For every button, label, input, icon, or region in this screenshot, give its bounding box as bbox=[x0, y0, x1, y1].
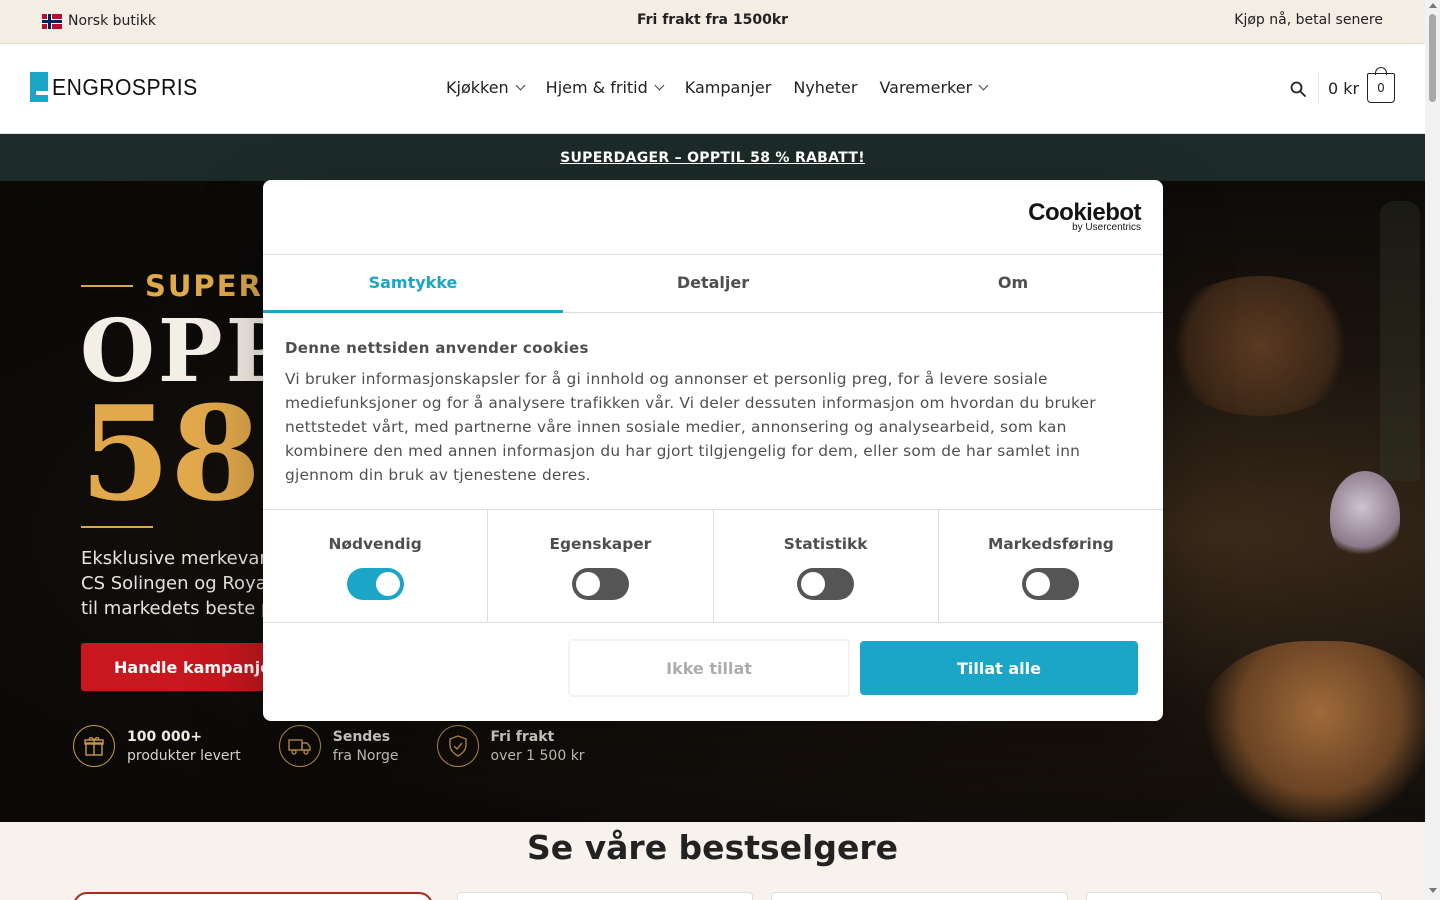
toggle-group-egenskaper: Egenskaper bbox=[488, 510, 714, 622]
dialog-tabs: Samtykke Detaljer Om bbox=[263, 255, 1163, 313]
toggle-knob bbox=[801, 572, 826, 596]
tab-detaljer[interactable]: Detaljer bbox=[563, 255, 863, 312]
dialog-text: Vi bruker informasjonskapsler for å gi i… bbox=[285, 370, 1096, 484]
dialog-footer: Ikke tillat Tillat alle bbox=[263, 623, 1163, 720]
cookiebot-logo: Cookiebot by Usercentrics bbox=[1028, 201, 1141, 233]
page-scrollbar[interactable] bbox=[1425, 0, 1440, 900]
toggle-label: Markedsføring bbox=[987, 535, 1114, 553]
toggle-knob bbox=[375, 572, 400, 596]
toggle-nodvendig[interactable] bbox=[346, 568, 404, 600]
toggle-label: Statistikk bbox=[783, 535, 868, 553]
scrollbar-thumb[interactable] bbox=[1429, 14, 1436, 102]
allow-all-button[interactable]: Tillat alle bbox=[860, 641, 1138, 695]
consent-toggles: Nødvendig Egenskaper Statistikk Markedsf… bbox=[263, 510, 1163, 623]
toggle-knob bbox=[1026, 572, 1051, 596]
dialog-header: Cookiebot by Usercentrics bbox=[263, 180, 1163, 255]
tab-om[interactable]: Om bbox=[863, 255, 1163, 312]
toggle-markedsforing[interactable] bbox=[1022, 568, 1080, 600]
toggle-statistikk[interactable] bbox=[797, 568, 855, 600]
toggle-group-markedsforing: Markedsføring bbox=[939, 510, 1163, 622]
toggle-label: Nødvendig bbox=[328, 535, 422, 553]
tab-samtykke[interactable]: Samtykke bbox=[263, 255, 563, 313]
deny-button[interactable]: Ikke tillat bbox=[568, 639, 850, 697]
toggle-group-statistikk: Statistikk bbox=[714, 510, 939, 622]
dialog-body: Denne nettsiden anvender cookies Vi bruk… bbox=[263, 313, 1163, 510]
toggle-egenskaper[interactable] bbox=[571, 568, 629, 600]
cookie-consent-dialog: Cookiebot by Usercentrics Samtykke Detal… bbox=[263, 180, 1163, 721]
scroll-down-arrow-icon[interactable] bbox=[1429, 888, 1437, 893]
toggle-knob bbox=[575, 572, 600, 596]
toggle-group-nodvendig: Nødvendig bbox=[263, 510, 489, 622]
scroll-up-arrow-icon[interactable] bbox=[1429, 3, 1437, 8]
toggle-label: Egenskaper bbox=[549, 535, 652, 553]
dialog-heading: Denne nettsiden anvender cookies bbox=[285, 339, 589, 357]
